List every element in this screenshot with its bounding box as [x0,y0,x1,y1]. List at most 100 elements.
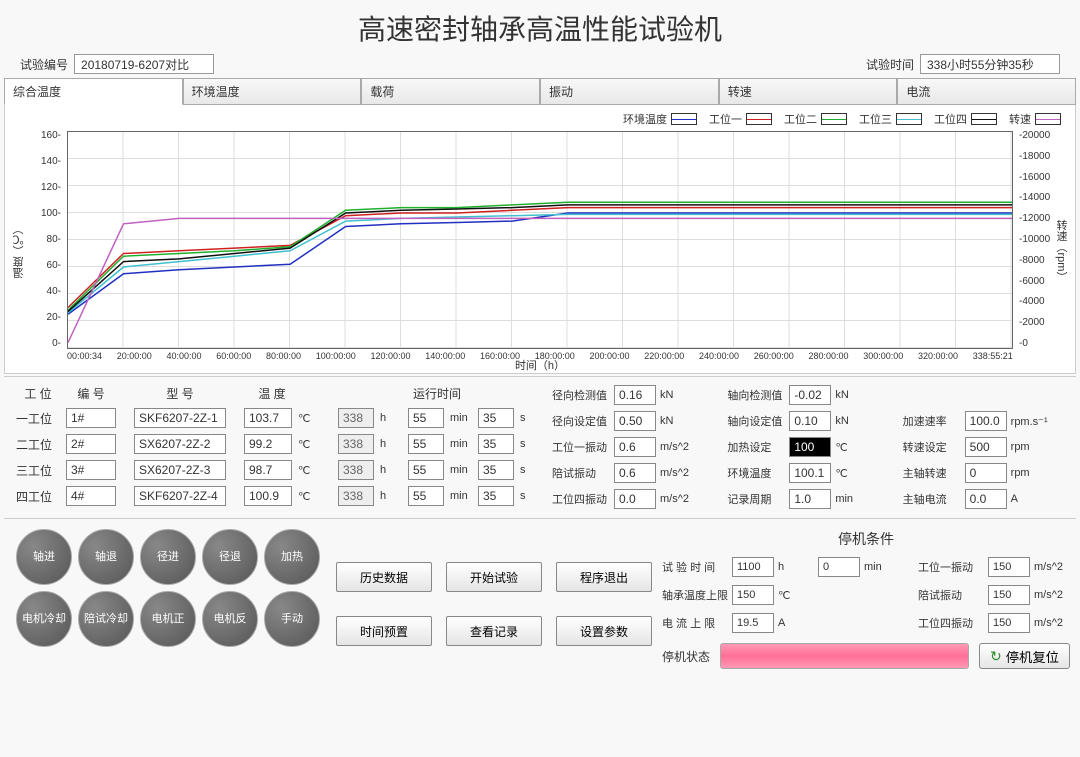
tab-3[interactable]: 振动 [540,78,719,104]
meas-value[interactable]: 0.0 [965,489,1007,509]
y-axis-right-label: 转速（rpm） [1053,220,1069,283]
meas-value[interactable]: 100.1 [789,463,831,483]
meas-unit: kN [660,389,700,401]
meas-speed_set: 转速设定500rpm [903,437,1064,457]
round-button-8[interactable]: 电机反 [202,591,258,647]
stop-val[interactable]: 150 [988,613,1030,633]
runtime-h: 338 [338,434,374,454]
col-model: 型 号 [134,385,226,402]
page-title: 高速密封轴承高温性能试验机 [4,4,1076,54]
stop-val[interactable]: 1100 [732,557,774,577]
action-button-1[interactable]: 开始试验 [446,562,542,592]
station-temp-field: 103.7 [244,408,292,428]
tab-5[interactable]: 电流 [897,78,1076,104]
meas-label: 轴向设定值 [727,413,785,429]
stop-val[interactable]: 150 [732,585,774,605]
meas-label: 轴向检测值 [727,387,785,403]
meas-value[interactable]: 0.6 [614,463,656,483]
tab-0[interactable]: 综合温度 [4,78,183,105]
round-button-6[interactable]: 陪试冷却 [78,591,134,647]
meas-value[interactable]: 0 [965,463,1007,483]
meas-value[interactable]: -0.02 [789,385,831,405]
station-row-1: 二工位2#SX6207-2Z-299.2℃338h55min35s [16,434,542,454]
meas-value[interactable]: 0.6 [614,437,656,457]
meas-axial_set: 轴向设定值0.10kN [727,411,888,431]
meas-label: 记录周期 [727,491,785,507]
stop-right-1: 陪试振动150m/s^2 [918,585,1070,605]
action-button-3[interactable]: 时间预置 [336,616,432,646]
station-num-field[interactable]: 2# [66,434,116,454]
meas-label: 径向设定值 [552,413,610,429]
station-temp-field: 100.9 [244,486,292,506]
meas-value[interactable]: 100 [789,437,831,457]
runtime-m: 55 [408,408,444,428]
round-button-5[interactable]: 电机冷却 [16,591,72,647]
test-no-field[interactable]: 20180719-6207对比 [74,54,214,74]
legend-swatch [746,113,772,125]
action-button-4[interactable]: 查看记录 [446,616,542,646]
measurements-grid: 径向检测值0.16kN轴向检测值-0.02kN径向设定值0.50kN轴向设定值0… [552,385,1064,512]
runtime-h: 338 [338,486,374,506]
x-axis-label: 时间（h） [515,357,565,373]
meas-unit: ℃ [835,467,875,480]
station-model-field[interactable]: SKF6207-2Z-4 [134,486,226,506]
meas-value[interactable]: 1.0 [789,489,831,509]
legend-label: 转速 [1009,111,1031,127]
stop-left-0: 试 验 时 间1100h0min [662,557,900,577]
station-pos: 三工位 [16,462,60,479]
meas-value[interactable]: 100.0 [965,411,1007,431]
action-button-2[interactable]: 程序退出 [556,562,652,592]
legend-swatch [821,113,847,125]
station-model-field[interactable]: SX6207-2Z-3 [134,460,226,480]
legend-swatch [896,113,922,125]
station-num-field[interactable]: 3# [66,460,116,480]
station-num-field[interactable]: 1# [66,408,116,428]
round-button-0[interactable]: 轴进 [16,529,72,585]
temp-unit: ℃ [298,412,320,425]
meas-main_speed: 主轴转速0rpm [903,463,1064,483]
action-button-5[interactable]: 设置参数 [556,616,652,646]
stop-right-0: 工位一振动150m/s^2 [918,557,1070,577]
test-time-field: 338小时55分钟35秒 [920,54,1060,74]
station-temp-field: 99.2 [244,434,292,454]
chart: 温度（℃） 160-140-120-100-80-60-40-20-0- -20… [11,131,1069,371]
tab-2[interactable]: 载荷 [361,78,540,104]
meas-unit: A [1011,493,1051,505]
legend-item: 工位一 [709,111,772,127]
station-row-2: 三工位3#SX6207-2Z-398.7℃338h55min35s [16,460,542,480]
meas-value[interactable]: 0.50 [614,411,656,431]
legend-label: 工位三 [859,111,892,127]
stop-val[interactable]: 150 [988,585,1030,605]
round-button-4[interactable]: 加热 [264,529,320,585]
legend-item: 工位二 [784,111,847,127]
runtime-h: 338 [338,408,374,428]
station-model-field[interactable]: SKF6207-2Z-1 [134,408,226,428]
action-button-0[interactable]: 历史数据 [336,562,432,592]
tab-1[interactable]: 环境温度 [183,78,362,104]
tab-4[interactable]: 转速 [719,78,898,104]
round-button-3[interactable]: 径退 [202,529,258,585]
round-button-9[interactable]: 手动 [264,591,320,647]
legend-swatch [671,113,697,125]
legend-item: 转速 [1009,111,1061,127]
meas-value[interactable]: 0.16 [614,385,656,405]
meas-value[interactable]: 0.0 [614,489,656,509]
stop-val[interactable]: 150 [988,557,1030,577]
col-pos: 工 位 [16,385,60,402]
station-model-field[interactable]: SX6207-2Z-2 [134,434,226,454]
stop-val2[interactable]: 0 [818,557,860,577]
meas-label: 工位四振动 [552,491,610,507]
stop-reset-button[interactable]: ↻ 停机复位 [979,643,1070,669]
meas-value[interactable]: 500 [965,437,1007,457]
meas-radial_detect: 径向检测值0.16kN [552,385,713,405]
meas-value[interactable]: 0.10 [789,411,831,431]
meas-unit: rpm [1011,441,1051,453]
temp-unit: ℃ [298,438,320,451]
runtime-s: 35 [478,434,514,454]
round-button-1[interactable]: 轴退 [78,529,134,585]
stop-val[interactable]: 19.5 [732,613,774,633]
station-num-field[interactable]: 4# [66,486,116,506]
round-button-7[interactable]: 电机正 [140,591,196,647]
legend-swatch [1035,113,1061,125]
round-button-2[interactable]: 径进 [140,529,196,585]
